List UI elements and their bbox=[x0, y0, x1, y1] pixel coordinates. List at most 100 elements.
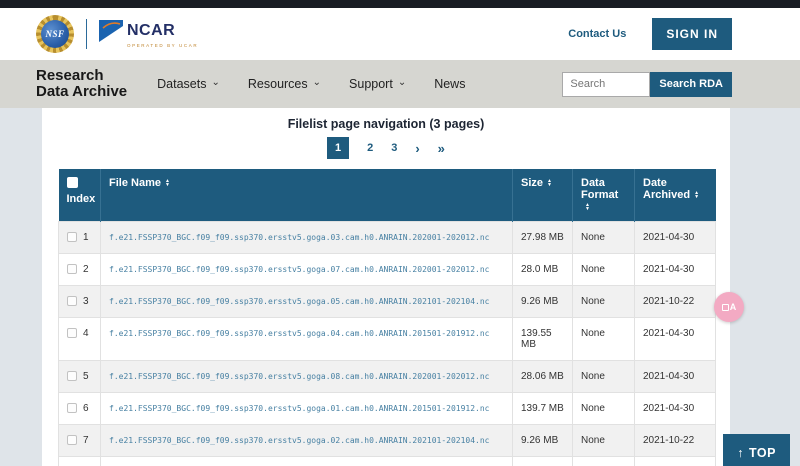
nav-menu: Datasets ⌄ Resources ⌄ Support ⌄ News bbox=[157, 77, 465, 91]
data-format-cell: None bbox=[573, 286, 635, 318]
file-name-link[interactable]: f.e21.FSSP370_BGC.f09_f09.ssp370.ersstv5… bbox=[109, 404, 490, 413]
column-header-data-format[interactable]: Data Format▲▼ bbox=[573, 169, 635, 222]
search-rda-button[interactable]: Search RDA bbox=[650, 72, 732, 97]
nav-item-datasets[interactable]: Datasets ⌄ bbox=[157, 77, 220, 91]
file-name-cell: f.e21.FSSP370_BGC.f09_f09.ssp370.ersstv5… bbox=[101, 457, 513, 466]
chevron-down-icon: ⌄ bbox=[398, 78, 406, 88]
file-name-cell: f.e21.FSSP370_BGC.f09_f09.ssp370.ersstv5… bbox=[101, 393, 513, 425]
back-to-top-button[interactable]: ↑ TOP bbox=[723, 434, 790, 466]
page-button-2[interactable]: 2 bbox=[367, 142, 373, 154]
row-index: 7 bbox=[83, 435, 89, 446]
sort-icon[interactable]: ▲▼ bbox=[694, 191, 699, 200]
file-name-link[interactable]: f.e21.FSSP370_BGC.f09_f09.ssp370.ersstv5… bbox=[109, 233, 490, 242]
file-name-link[interactable]: f.e21.FSSP370_BGC.f09_f09.ssp370.ersstv5… bbox=[109, 436, 490, 445]
chevron-down-icon: ⌄ bbox=[212, 78, 220, 88]
file-size-cell: 28.0 MB bbox=[513, 254, 573, 286]
file-name-cell: f.e21.FSSP370_BGC.f09_f09.ssp370.ersstv5… bbox=[101, 222, 513, 254]
file-name-link[interactable]: f.e21.FSSP370_BGC.f09_f09.ssp370.ersstv5… bbox=[109, 329, 490, 338]
sort-icon[interactable]: ▲▼ bbox=[547, 179, 552, 188]
file-size-cell: 27.98 MB bbox=[513, 222, 573, 254]
row-index: 1 bbox=[83, 232, 89, 243]
column-header-index[interactable]: Index bbox=[59, 169, 101, 222]
table-header-row: Index File Name▲▼ Size▲▼ Data Format▲▼ D… bbox=[59, 169, 716, 222]
date-archived-cell: 2021-04-30 bbox=[635, 254, 716, 286]
translate-icon bbox=[722, 304, 729, 311]
table-row: 6 f.e21.FSSP370_BGC.f09_f09.ssp370.ersstv… bbox=[59, 393, 716, 425]
arrow-up-icon: ↑ bbox=[737, 446, 744, 460]
date-archived-cell: 2021-04-30 bbox=[635, 361, 716, 393]
contact-us-link[interactable]: Contact Us bbox=[568, 28, 626, 40]
data-format-cell: None bbox=[573, 318, 635, 361]
data-format-cell: None bbox=[573, 361, 635, 393]
brand-title[interactable]: Research Data Archive bbox=[36, 68, 127, 100]
filelist-table: Index File Name▲▼ Size▲▼ Data Format▲▼ D… bbox=[58, 169, 716, 466]
file-size-cell: 139.7 MB bbox=[513, 393, 573, 425]
date-archived-cell: 2021-04-30 bbox=[635, 457, 716, 466]
row-index: 6 bbox=[83, 403, 89, 414]
date-archived-cell: 2021-10-22 bbox=[635, 286, 716, 318]
row-index-cell: 1 bbox=[59, 222, 101, 254]
data-format-cell: None bbox=[573, 393, 635, 425]
date-archived-cell: 2021-04-30 bbox=[635, 393, 716, 425]
column-header-date-archived[interactable]: Date Archived▲▼ bbox=[635, 169, 716, 222]
nav-item-support[interactable]: Support ⌄ bbox=[349, 77, 406, 91]
row-index: 2 bbox=[83, 264, 89, 275]
file-size-cell: 9.26 MB bbox=[513, 425, 573, 457]
row-index-cell: 5 bbox=[59, 361, 101, 393]
date-archived-cell: 2021-04-30 bbox=[635, 222, 716, 254]
column-header-file-name[interactable]: File Name▲▼ bbox=[101, 169, 513, 222]
nsf-logo[interactable]: NSF bbox=[36, 15, 74, 53]
chevron-down-icon: ⌄ bbox=[313, 78, 321, 88]
row-index-cell: 8 bbox=[59, 457, 101, 466]
sort-icon[interactable]: ▲▼ bbox=[585, 203, 590, 212]
row-index-cell: 2 bbox=[59, 254, 101, 286]
sign-in-button[interactable]: SIGN IN bbox=[652, 18, 732, 50]
page-button-3[interactable]: 3 bbox=[391, 142, 397, 154]
table-row: 3 f.e21.FSSP370_BGC.f09_f09.ssp370.ersstv… bbox=[59, 286, 716, 318]
table-row: 1 f.e21.FSSP370_BGC.f09_f09.ssp370.ersstv… bbox=[59, 222, 716, 254]
file-name-link[interactable]: f.e21.FSSP370_BGC.f09_f09.ssp370.ersstv5… bbox=[109, 297, 490, 306]
row-checkbox[interactable] bbox=[67, 232, 77, 242]
page-last-icon[interactable]: » bbox=[438, 141, 445, 156]
table-row: 7 f.e21.FSSP370_BGC.f09_f09.ssp370.ersstv… bbox=[59, 425, 716, 457]
row-index: 3 bbox=[83, 296, 89, 307]
data-format-cell: None bbox=[573, 457, 635, 466]
table-row: 4 f.e21.FSSP370_BGC.f09_f09.ssp370.ersstv… bbox=[59, 318, 716, 361]
ncar-logo-text: NCAR bbox=[127, 22, 175, 40]
date-archived-cell: 2021-04-30 bbox=[635, 318, 716, 361]
column-header-size[interactable]: Size▲▼ bbox=[513, 169, 573, 222]
ncar-logo[interactable]: NCAR Operated by UCAR bbox=[99, 20, 198, 48]
row-checkbox[interactable] bbox=[67, 264, 77, 274]
date-archived-cell: 2021-10-22 bbox=[635, 425, 716, 457]
filelist-pagination-title: Filelist page navigation (3 pages) bbox=[42, 117, 730, 131]
search-input[interactable] bbox=[562, 72, 650, 97]
table-row: 8f.e21.FSSP370_BGC.f09_f09.ssp370.ersstv… bbox=[59, 457, 716, 466]
row-checkbox[interactable] bbox=[67, 328, 77, 338]
logo-divider bbox=[86, 19, 87, 49]
row-index: 4 bbox=[83, 328, 89, 339]
translate-button[interactable]: A bbox=[714, 292, 744, 322]
row-checkbox[interactable] bbox=[67, 435, 77, 445]
file-name-link[interactable]: f.e21.FSSP370_BGC.f09_f09.ssp370.ersstv5… bbox=[109, 372, 490, 381]
row-checkbox[interactable] bbox=[67, 296, 77, 306]
row-checkbox[interactable] bbox=[67, 371, 77, 381]
file-size-cell: 9.26 MB bbox=[513, 286, 573, 318]
pagination: 1 2 3 › » bbox=[42, 137, 730, 159]
page-next-icon[interactable]: › bbox=[415, 141, 419, 156]
sort-icon[interactable]: ▲▼ bbox=[165, 179, 170, 188]
site-header: NSF NCAR Operated by UCAR Contact Us SIG… bbox=[0, 8, 800, 60]
row-index: 5 bbox=[83, 371, 89, 382]
select-all-checkbox[interactable] bbox=[67, 177, 78, 188]
table-row: 2 f.e21.FSSP370_BGC.f09_f09.ssp370.ersstv… bbox=[59, 254, 716, 286]
file-name-cell: f.e21.FSSP370_BGC.f09_f09.ssp370.ersstv5… bbox=[101, 286, 513, 318]
data-format-cell: None bbox=[573, 254, 635, 286]
row-checkbox[interactable] bbox=[67, 403, 77, 413]
page-content: Filelist page navigation (3 pages) 1 2 3… bbox=[42, 108, 730, 466]
data-format-cell: None bbox=[573, 222, 635, 254]
page-button-1[interactable]: 1 bbox=[327, 137, 349, 159]
file-name-link[interactable]: f.e21.FSSP370_BGC.f09_f09.ssp370.ersstv5… bbox=[109, 265, 490, 274]
nav-item-resources[interactable]: Resources ⌄ bbox=[248, 77, 321, 91]
nav-item-news[interactable]: News bbox=[434, 77, 465, 91]
file-size-cell: 139.55 MB bbox=[513, 318, 573, 361]
ncar-logo-subtext: Operated by UCAR bbox=[127, 43, 198, 48]
